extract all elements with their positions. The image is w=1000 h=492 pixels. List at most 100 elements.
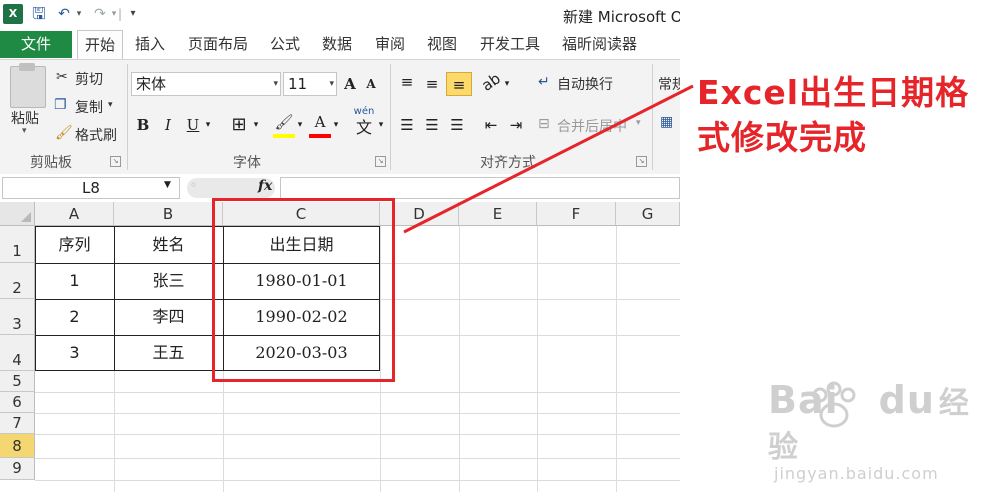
name-box-dropdown-icon[interactable]: ▼ [164,180,171,190]
row-header-9[interactable]: 9 [0,458,35,480]
annotation-line-2: 式修改完成 [697,118,867,157]
wrap-text-button[interactable]: 自动换行 [557,74,613,94]
alignment-launcher-icon[interactable]: ↘ [636,156,647,167]
tab-page-layout[interactable]: 页面布局 [188,32,248,57]
fill-color-icon[interactable]: 🖌 [273,110,295,134]
row-header-1[interactable]: 1 [0,226,35,263]
row-header-4[interactable]: 4 [0,335,35,371]
font-color-swatch [309,134,331,138]
merge-center-button[interactable]: 合并后居中 [557,116,627,136]
font-name-combo[interactable]: 宋体 ▾ [131,72,281,96]
column-header-f[interactable]: F [537,202,616,226]
cell-b2[interactable]: 张三 [114,263,223,299]
save-icon[interactable]: 🖫 [29,5,49,23]
chevron-down-icon[interactable]: ▾ [273,73,278,95]
row-header-8[interactable]: 8 [0,434,35,458]
tab-insert[interactable]: 插入 [135,32,165,57]
row-header-3[interactable]: 3 [0,299,35,335]
column-header-g[interactable]: G [616,202,680,226]
ribbon-tabs: 文件 开始 插入 页面布局 公式 数据 审阅 视图 开发工具 福昕阅读器 [0,30,680,60]
copy-icon[interactable]: ❐ [54,97,67,113]
tab-review[interactable]: 审阅 [375,32,405,57]
font-name-value: 宋体 [136,75,167,93]
copy-button[interactable]: 复制 [75,97,103,117]
row-header-7[interactable]: 7 [0,413,35,434]
phonetic-guide-button[interactable]: 文 [352,118,376,142]
gridline [616,226,617,492]
merge-dropdown-icon[interactable]: ▾ [636,118,641,128]
copy-dropdown-icon[interactable]: ▾ [108,100,113,110]
cell-a3[interactable]: 2 [35,299,114,335]
font-launcher-icon[interactable]: ↘ [375,156,386,167]
column-header-b[interactable]: B [114,202,223,226]
cell-b3[interactable]: 李四 [114,299,223,335]
select-all-button[interactable] [0,202,35,226]
orientation-dropdown-icon[interactable]: ▾ [502,72,512,96]
font-color-dropdown-icon[interactable]: ▾ [331,113,341,137]
undo-dropdown-icon[interactable]: ▾ [74,5,84,23]
cell-a1[interactable]: 序列 [35,226,114,262]
customize-qat-icon[interactable]: ▾ [128,5,138,23]
font-size-combo[interactable]: 11 ▾ [283,72,337,96]
borders-icon[interactable]: ⊞ [227,113,251,137]
italic-button[interactable]: I [158,113,178,137]
undo-icon[interactable]: ↶ [54,5,74,23]
paste-dropdown-icon[interactable]: ▾ [22,126,27,136]
merge-center-icon[interactable]: ⊟ [538,116,550,132]
tab-formulas[interactable]: 公式 [270,32,300,57]
tab-view[interactable]: 视图 [427,32,457,57]
column-header-e[interactable]: E [459,202,537,226]
group-separator [127,64,128,170]
shrink-font-button[interactable]: A [361,72,381,96]
clipboard-launcher-icon[interactable]: ↘ [110,156,121,167]
formula-input[interactable] [280,177,680,199]
cut-button[interactable]: 剪切 [75,69,103,89]
row-header-6[interactable]: 6 [0,392,35,413]
cut-icon[interactable]: ✂ [56,69,68,85]
highlight-box [212,198,395,382]
insert-function-button[interactable]: fx [258,178,272,194]
middle-align-icon[interactable]: ≡ [421,72,443,96]
grow-font-button[interactable]: A [340,72,360,96]
align-left-icon[interactable]: ☰ [396,113,418,137]
accounting-format-icon[interactable]: ▦ [660,114,673,130]
format-painter-icon[interactable]: 🖌 [55,125,73,141]
align-right-icon[interactable]: ☰ [446,113,468,137]
top-align-icon[interactable]: ≡ [396,70,418,94]
wrap-text-icon[interactable]: ↵ [538,74,550,90]
cell-b1[interactable]: 姓名 [114,226,223,262]
cell-a2[interactable]: 1 [35,263,114,299]
cell-b4[interactable]: 王五 [114,335,223,371]
tab-foxit-reader[interactable]: 福昕阅读器 [562,32,637,57]
tab-home[interactable]: 开始 [77,30,124,60]
gridline [35,458,680,459]
tab-developer[interactable]: 开发工具 [480,32,540,57]
paste-button-label[interactable]: 粘贴 [11,108,39,128]
row-header-2[interactable]: 2 [0,263,35,299]
underline-button[interactable]: U [183,113,203,137]
bottom-align-icon[interactable]: ≡ [446,72,472,96]
cell-a4[interactable]: 3 [35,335,114,371]
borders-dropdown-icon[interactable]: ▾ [251,113,261,137]
increase-indent-icon[interactable]: ⇥ [505,113,527,137]
chevron-down-icon[interactable]: ▾ [329,73,334,95]
row-header-5[interactable]: 5 [0,371,35,392]
bold-button[interactable]: B [133,113,153,137]
phonetic-dropdown-icon[interactable]: ▾ [376,113,386,137]
excel-app-icon[interactable]: X [3,4,23,24]
underline-dropdown-icon[interactable]: ▾ [203,113,213,137]
baidu-paw-icon [812,381,856,428]
fill-color-dropdown-icon[interactable]: ▾ [295,113,305,137]
formula-bar-grip-icon[interactable]: ◦ [190,178,197,192]
tab-data[interactable]: 数据 [322,32,352,57]
paste-icon[interactable] [10,63,46,108]
name-box[interactable]: L8 [2,177,180,199]
number-format-combo[interactable]: 常规 [658,74,680,94]
column-header-a[interactable]: A [35,202,114,226]
redo-icon[interactable]: ↷ [90,5,110,23]
format-painter-button[interactable]: 格式刷 [75,125,117,145]
tab-file[interactable]: 文件 [0,31,72,58]
align-center-icon[interactable]: ☰ [421,113,443,137]
decrease-indent-icon[interactable]: ⇤ [480,113,502,137]
font-color-button[interactable]: A [309,110,331,134]
